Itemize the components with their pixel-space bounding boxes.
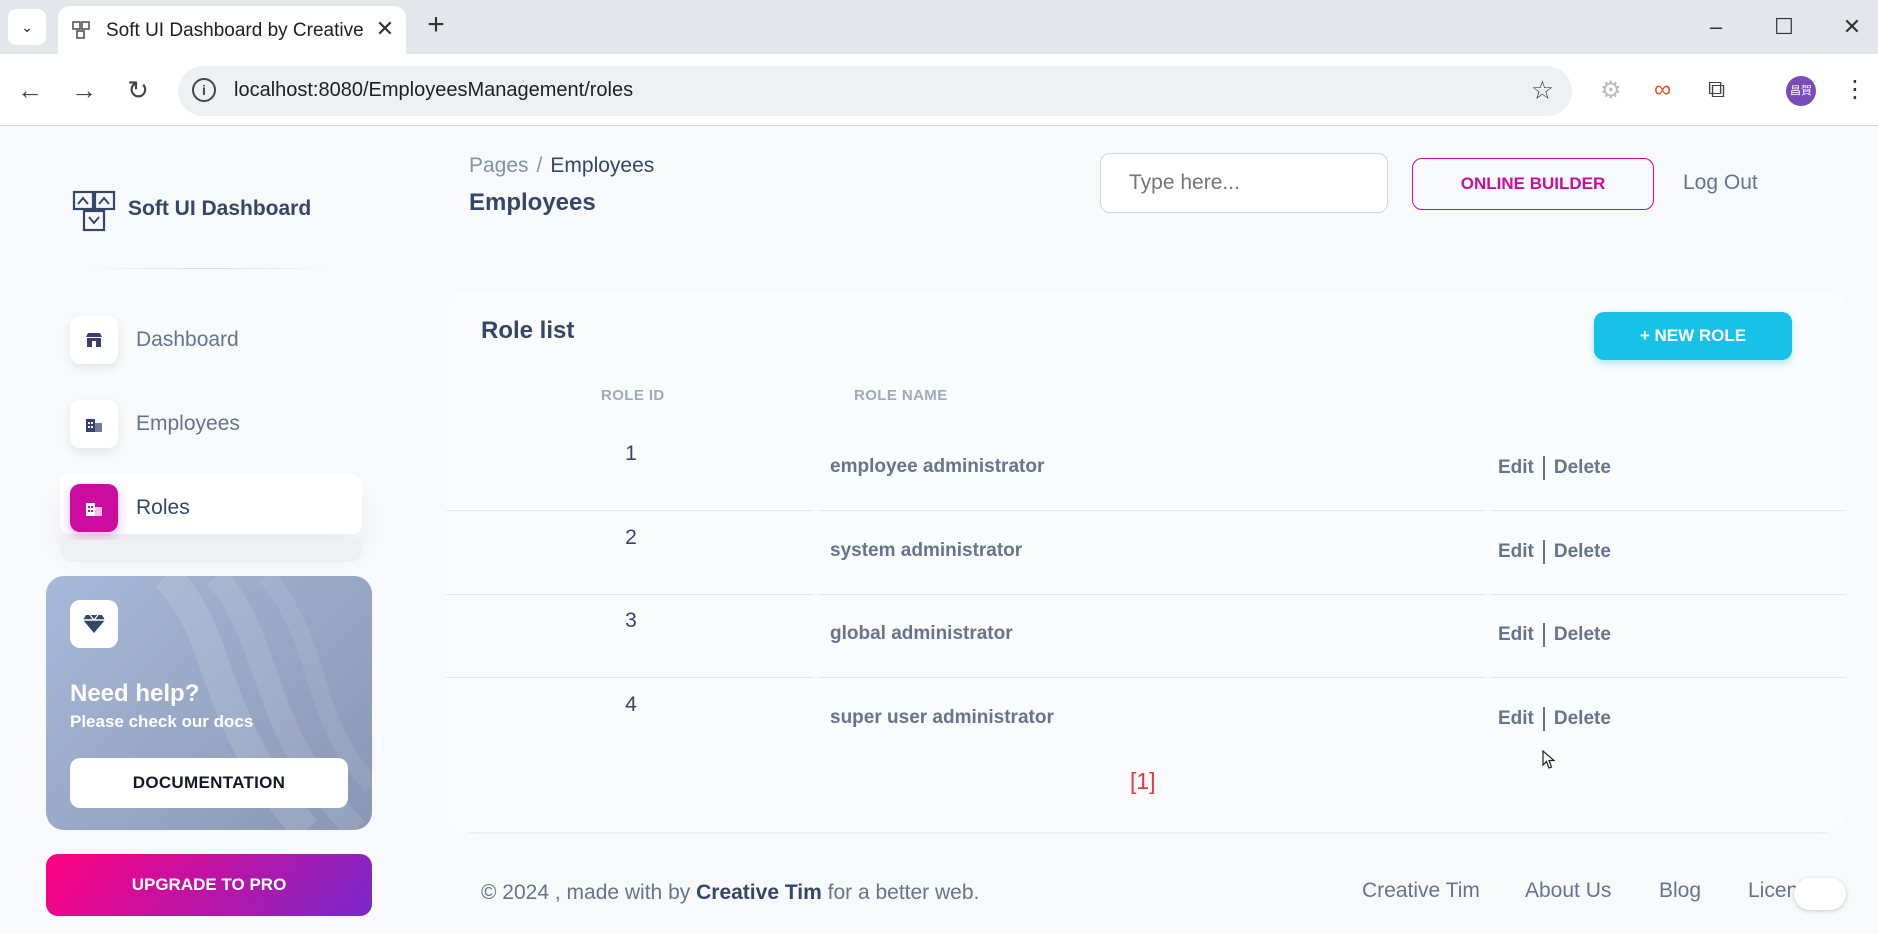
address-url: localhost:8080/EmployeesManagement/roles (234, 79, 634, 101)
window-close-icon[interactable]: ✕ (1832, 8, 1872, 46)
edit-link[interactable]: Edit (1498, 457, 1534, 479)
office-icon (70, 484, 118, 532)
table-row: 3 global administrator Edit Delete (446, 594, 1846, 678)
sidebar-scroll-edge (60, 540, 362, 562)
footer-copy-suffix: for a better web. (827, 881, 980, 904)
back-arrow-icon[interactable]: ← (12, 72, 48, 108)
role-name-cell: global administrator (830, 623, 1013, 644)
scroll-toggle[interactable] (1794, 878, 1846, 910)
sidebar-item-employees[interactable]: Employees (60, 390, 362, 450)
footer-copy-prefix: © 2024 , made with by (481, 881, 691, 904)
role-name-cell: system administrator (830, 540, 1023, 561)
action-separator (1542, 623, 1545, 647)
edit-link[interactable]: Edit (1498, 624, 1534, 646)
browser-tab[interactable]: Soft UI Dashboard by Creative T ✕ (58, 6, 406, 54)
card-title: Role list (481, 317, 575, 344)
action-separator (1542, 540, 1545, 564)
address-bar[interactable]: i localhost:8080/EmployeesManagement/rol… (178, 66, 1572, 116)
footer-link-about-us[interactable]: About Us (1525, 879, 1611, 903)
sidebar-item-dashboard[interactable]: Dashboard (60, 306, 362, 366)
extension-gear-icon[interactable]: ⚙ (1600, 76, 1622, 105)
footer-brand-link[interactable]: Creative Tim (696, 881, 822, 904)
action-separator (1542, 456, 1545, 480)
tab-search-icon[interactable]: ⌄ (8, 9, 46, 45)
browser-tab-strip: ⌄ Soft UI Dashboard by Creative T ✕ + – … (0, 0, 1878, 54)
role-name-cell: employee administrator (830, 456, 1045, 477)
minimize-icon[interactable]: – (1696, 8, 1736, 46)
help-title: Need help? (70, 680, 200, 707)
forward-arrow-icon[interactable]: → (66, 72, 102, 108)
page-favicon-icon (72, 21, 90, 39)
extension-infinity-icon[interactable]: ∞ (1654, 76, 1671, 104)
diamond-icon (70, 600, 118, 648)
column-header-role-id: ROLE ID (601, 387, 665, 404)
breadcrumb-root-link[interactable]: Pages (469, 154, 529, 177)
edit-link[interactable]: Edit (1498, 541, 1534, 563)
maximize-icon[interactable]: ☐ (1764, 8, 1804, 46)
sidebar-item-roles[interactable]: Roles (60, 474, 362, 534)
footer-link-license[interactable]: Licen (1748, 879, 1798, 903)
delete-link[interactable]: Delete (1554, 708, 1611, 730)
help-subtitle: Please check our docs (70, 712, 254, 731)
row-actions: Edit Delete (1498, 623, 1611, 647)
page-title: Employees (469, 189, 596, 216)
breadcrumb-separator: / (536, 154, 543, 177)
footer-link-blog[interactable]: Blog (1659, 879, 1701, 903)
shop-icon (70, 316, 118, 364)
role-name-cell: super user administrator (830, 707, 1054, 728)
documentation-button[interactable]: DOCUMENTATION (70, 758, 348, 808)
row-actions: Edit Delete (1498, 540, 1611, 564)
table-row: 2 system administrator Edit Delete (446, 511, 1846, 595)
brand-logo-icon (72, 190, 116, 232)
online-builder-button[interactable]: ONLINE BUILDER (1412, 158, 1654, 210)
browser-menu-icon[interactable]: ⋮ (1843, 72, 1867, 108)
search-input[interactable] (1100, 153, 1388, 213)
breadcrumb: Pages / Employees (469, 154, 654, 178)
action-separator (1542, 707, 1545, 731)
logout-link[interactable]: Log Out (1683, 171, 1758, 195)
new-role-button[interactable]: + NEW ROLE (1594, 312, 1792, 360)
mouse-cursor-icon (1542, 750, 1556, 769)
table-row: 4 super user administrator Edit Delete (446, 678, 1846, 762)
table-row: 1 employee administrator Edit Delete (446, 427, 1846, 511)
profile-avatar[interactable]: 昌賀 (1786, 76, 1816, 106)
tab-title: Soft UI Dashboard by Creative T (106, 20, 364, 41)
office-icon (70, 400, 118, 448)
footer-link-creative-tim[interactable]: Creative Tim (1362, 879, 1480, 903)
sidebar-item-label: Employees (136, 412, 240, 435)
role-id-cell: 2 (625, 526, 637, 549)
upgrade-to-pro-button[interactable]: UPGRADE TO PRO (46, 854, 372, 916)
delete-link[interactable]: Delete (1554, 624, 1611, 646)
sidebar-divider (84, 268, 334, 269)
breadcrumb-current: Employees (550, 154, 655, 177)
bookmark-star-icon[interactable]: ☆ (1531, 75, 1554, 106)
column-header-role-name: ROLE NAME (854, 387, 948, 404)
edit-link[interactable]: Edit (1498, 708, 1534, 730)
new-tab-plus-icon[interactable]: + (420, 10, 452, 42)
pagination-link[interactable]: [1] (1130, 768, 1156, 795)
tab-close-icon[interactable]: ✕ (372, 16, 398, 42)
browser-toolbar: ← → ↻ i localhost:8080/EmployeesManageme… (0, 54, 1878, 126)
sidebar-item-label: Dashboard (136, 328, 239, 351)
role-id-cell: 1 (625, 442, 637, 465)
sidebar-item-label: Roles (136, 496, 190, 519)
delete-link[interactable]: Delete (1554, 457, 1611, 479)
role-id-cell: 4 (625, 693, 637, 716)
brand-name: Soft UI Dashboard (128, 197, 312, 220)
extensions-puzzle-icon[interactable]: ⧉ (1708, 76, 1725, 104)
delete-link[interactable]: Delete (1554, 541, 1611, 563)
help-card: Need help? Please check our docs DOCUMEN… (46, 576, 372, 830)
row-actions: Edit Delete (1498, 456, 1611, 480)
row-actions: Edit Delete (1498, 707, 1611, 731)
role-id-cell: 3 (625, 609, 637, 632)
footer-copyright: © 2024 , made with by Creative Tim for a… (481, 881, 979, 905)
reload-icon[interactable]: ↻ (120, 72, 156, 108)
site-info-icon[interactable]: i (192, 78, 216, 102)
